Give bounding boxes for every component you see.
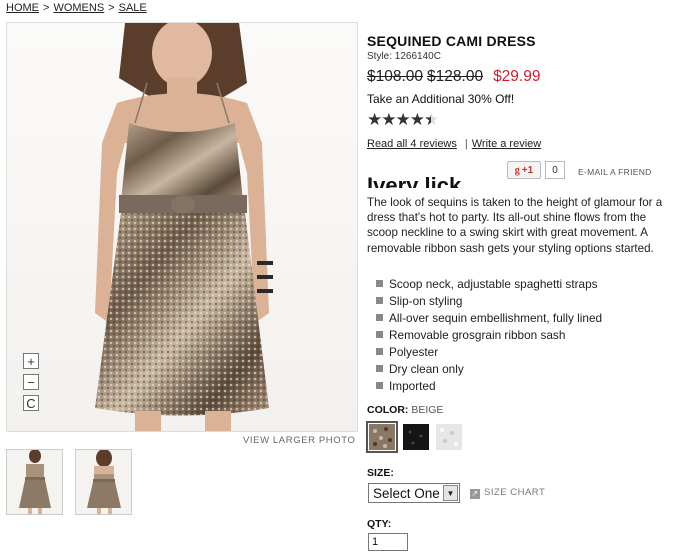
google-plus-one-button[interactable]: g +1	[507, 161, 541, 179]
size-chart-label: SIZE CHART	[484, 487, 546, 498]
list-item: All-over sequin embellishment, fully lin…	[376, 310, 602, 327]
feature-text: Imported	[389, 379, 436, 393]
bullet-icon	[376, 348, 383, 355]
bullet-icon	[376, 280, 383, 287]
size-label: SIZE:	[367, 467, 394, 479]
size-select[interactable]: Select One ▼	[368, 483, 460, 503]
bullet-icon	[376, 297, 383, 304]
feature-text: Polyester	[389, 345, 439, 359]
color-value: BEIGE	[411, 404, 444, 416]
swatch-black-image	[403, 424, 429, 450]
feature-text: Scoop neck, adjustable spaghetti straps	[389, 277, 598, 291]
color-label: COLOR: BEIGE	[367, 404, 443, 416]
feature-text: Slip-on styling	[389, 294, 463, 308]
dress-photo-illustration	[95, 23, 273, 431]
bullet-icon	[376, 365, 383, 372]
list-item: Dry clean only	[376, 361, 602, 378]
breadcrumb-womens-link[interactable]: WOMENS	[53, 2, 104, 14]
quantity-label: QTY:	[367, 518, 392, 530]
thumbnail-front[interactable]	[6, 449, 63, 515]
bullet-icon	[376, 314, 383, 321]
feature-text: Dry clean only	[389, 362, 464, 376]
divider: |	[464, 138, 468, 150]
partially-hidden-heading: Ivery lick	[367, 173, 462, 188]
color-swatch-silver[interactable]	[436, 424, 462, 450]
chevron-down-icon: ▼	[443, 485, 458, 501]
list-item: Scoop neck, adjustable spaghetti straps	[376, 276, 602, 293]
feature-text: Removable grosgrain ribbon sash	[389, 328, 566, 342]
list-item: Polyester	[376, 344, 602, 361]
external-link-icon: ↗	[470, 489, 480, 499]
feature-list: Scoop neck, adjustable spaghetti straps …	[376, 276, 602, 395]
list-item: Slip-on styling	[376, 293, 602, 310]
thumbnail-back-image	[87, 450, 121, 514]
star-icon-row: ★★★★★	[367, 110, 439, 129]
product-description: The look of sequins is taken to the heig…	[367, 196, 663, 255]
bullet-icon	[376, 382, 383, 389]
product-main-photo[interactable]: + − C	[6, 22, 358, 432]
zoom-in-button[interactable]: +	[23, 353, 39, 369]
swatch-silver-image	[436, 424, 462, 450]
thumbnail-front-image	[19, 450, 51, 514]
google-plus-count: 0	[545, 161, 565, 179]
product-style-number: Style: 1266140C	[367, 51, 441, 62]
feature-text: All-over sequin embellishment, fully lin…	[389, 311, 603, 325]
breadcrumb-sale-link[interactable]: SALE	[119, 2, 147, 14]
bullet-icon	[376, 331, 383, 338]
color-label-text: COLOR:	[367, 404, 409, 416]
breadcrumb-home-link[interactable]: HOME	[6, 2, 39, 14]
breadcrumb-separator: >	[108, 2, 115, 14]
rating-stars: ★★★★★	[367, 110, 439, 130]
list-item: Imported	[376, 378, 602, 395]
thumbnail-back[interactable]	[75, 449, 132, 515]
google-plus-label: +1	[521, 164, 534, 176]
color-swatch-black[interactable]	[403, 424, 429, 450]
sale-price: $29.99	[493, 68, 541, 85]
reviews-links: Read all 4 reviews | Write a review	[367, 138, 541, 150]
size-chart-link[interactable]: ↗ SIZE CHART	[470, 487, 545, 499]
original-price: $108.00	[367, 68, 424, 85]
promo-message: Take an Additional 30% Off!	[367, 92, 515, 106]
view-larger-photo-link[interactable]: VIEW LARGER PHOTO	[243, 435, 355, 446]
reset-zoom-button[interactable]: C	[23, 395, 39, 411]
quantity-input[interactable]	[368, 533, 408, 551]
email-friend-link[interactable]: E-MAIL A FRIEND	[578, 167, 652, 177]
price-block: $108.00 $128.00 $29.99	[367, 68, 540, 86]
zoom-out-button[interactable]: −	[23, 374, 39, 390]
color-swatch-beige[interactable]	[366, 421, 398, 453]
write-review-link[interactable]: Write a review	[472, 138, 541, 150]
breadcrumb: HOME > WOMENS > SALE	[6, 2, 147, 14]
product-title: SEQUINED CAMI DRESS	[367, 33, 536, 49]
google-plus-icon: g	[514, 164, 520, 176]
swatch-beige-image	[369, 424, 395, 450]
read-reviews-link[interactable]: Read all 4 reviews	[367, 138, 457, 150]
list-item: Removable grosgrain ribbon sash	[376, 327, 602, 344]
size-selected-value: Select One	[373, 485, 440, 501]
breadcrumb-separator: >	[43, 2, 50, 14]
previous-price: $128.00	[427, 68, 484, 85]
